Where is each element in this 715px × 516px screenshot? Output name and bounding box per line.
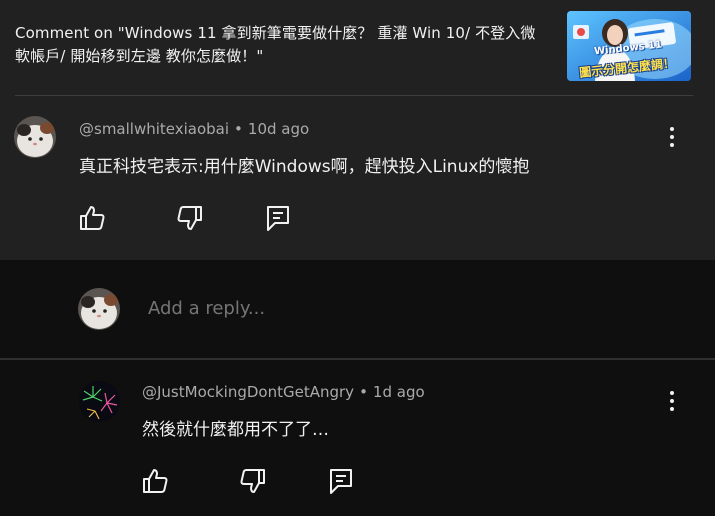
thumbs-up-icon [143, 469, 168, 493]
cat-avatar-icon [78, 288, 120, 330]
reply-composer [0, 260, 715, 358]
comment-author[interactable]: @smallwhitexiaobai [79, 120, 229, 138]
thumbs-down-icon [240, 469, 265, 493]
reply-dislike-button[interactable] [238, 466, 268, 496]
reply-comment-icon [267, 206, 289, 231]
comment-card: Comment on "Windows 11 拿到新筆電要做什麼？ 重灌 Win… [0, 0, 715, 260]
like-button[interactable] [77, 203, 107, 233]
comment-text: 真正科技宅表示:用什麼Windows啊，趕快投入Linux的懷抱 [79, 157, 530, 177]
header: Comment on "Windows 11 拿到新筆電要做什麼？ 重灌 Win… [0, 0, 715, 96]
comment-thread-panel: Comment on "Windows 11 拿到新筆電要做什麼？ 重灌 Win… [0, 0, 715, 516]
reply-reply-button[interactable] [326, 466, 356, 496]
reply-button[interactable] [263, 203, 293, 233]
fireworks-avatar-icon [79, 381, 120, 422]
commenter-avatar[interactable] [14, 116, 56, 158]
video-thumbnail[interactable]: Windows 11 圖示分開怎麼調！ [567, 11, 691, 81]
reply-meta: @JustMockingDontGetAngry • 1d ago [142, 383, 425, 401]
reply-more-menu-icon[interactable] [664, 388, 680, 416]
reply-like-button[interactable] [140, 466, 170, 496]
header-divider [15, 95, 693, 96]
thumbs-down-icon [177, 206, 202, 230]
comment-more-menu-icon[interactable] [664, 124, 680, 152]
header-title: Comment on "Windows 11 拿到新筆電要做什麼？ 重灌 Win… [15, 24, 536, 65]
reply-time: 1d ago [372, 383, 425, 401]
cat-avatar-icon [14, 116, 56, 158]
dislike-button[interactable] [175, 203, 205, 233]
meta-separator: • [234, 120, 243, 138]
meta-separator: • [359, 383, 368, 401]
thumbs-up-icon [80, 206, 105, 230]
replier-avatar[interactable] [79, 381, 120, 422]
comment-time: 10d ago [247, 120, 310, 138]
reply-input[interactable] [148, 298, 668, 319]
comment-meta: @smallwhitexiaobai • 10d ago [79, 120, 309, 138]
reply-comment-icon [330, 469, 352, 494]
reply-text: 然後就什麼都用不了了… [142, 420, 329, 440]
section-divider [0, 358, 715, 360]
reply-author[interactable]: @JustMockingDontGetAngry [142, 383, 354, 401]
my-avatar [78, 288, 120, 330]
